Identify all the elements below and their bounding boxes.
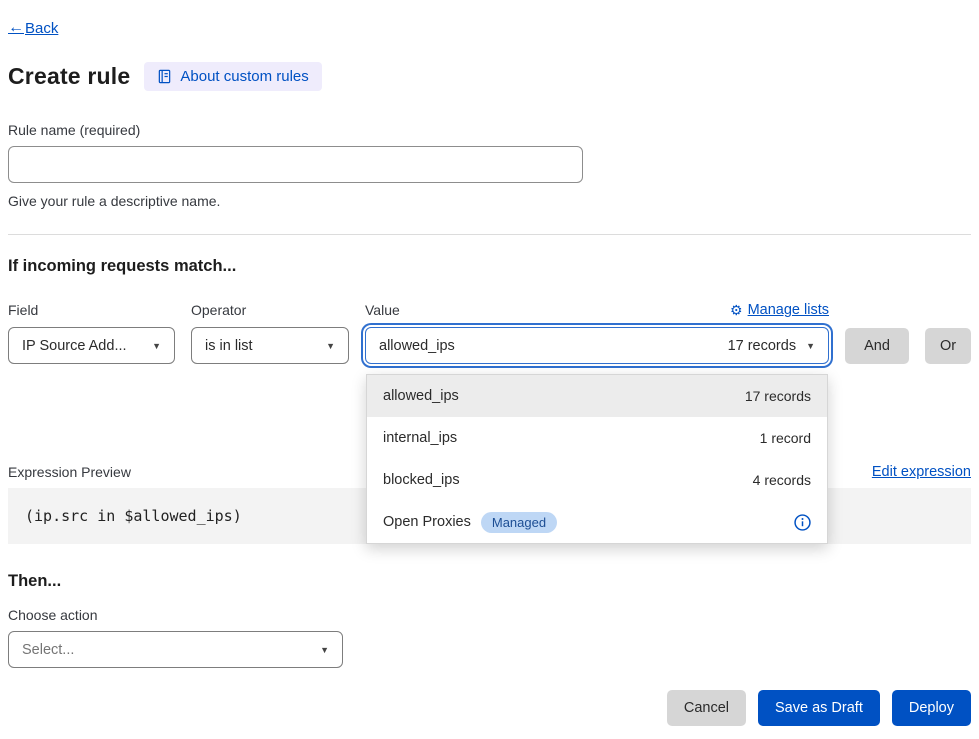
managed-badge: Managed [481, 512, 557, 533]
deploy-button[interactable]: Deploy [892, 690, 971, 726]
dropdown-item-open-proxies[interactable]: Open Proxies Managed [367, 501, 827, 543]
dropdown-item-blocked-ips[interactable]: blocked_ips 4 records [367, 459, 827, 501]
footer-actions: Cancel Save as Draft Deploy [8, 690, 971, 726]
expression-preview-label: Expression Preview [8, 464, 131, 480]
dropdown-item-name: blocked_ips [383, 472, 460, 488]
action-select-placeholder: Select... [22, 642, 74, 658]
dropdown-item-allowed-ips[interactable]: allowed_ips 17 records [367, 375, 827, 417]
match-grid: Field Operator Value ⚙ Manage lists IP S… [8, 302, 971, 364]
and-button[interactable]: And [845, 328, 909, 364]
rule-name-label: Rule name (required) [8, 122, 971, 138]
back-label: Back [25, 20, 58, 37]
page-title: Create rule [8, 63, 130, 90]
dropdown-item-name: internal_ips [383, 430, 457, 446]
value-dropdown-menu: allowed_ips 17 records internal_ips 1 re… [366, 374, 828, 544]
field-label: Field [8, 302, 175, 318]
about-badge-label: About custom rules [180, 68, 308, 85]
chevron-down-icon: ▼ [152, 341, 161, 351]
back-link[interactable]: ←Back [8, 19, 58, 37]
value-label: Value [365, 302, 400, 318]
operator-label: Operator [191, 302, 349, 318]
action-select[interactable]: Select... ▼ [8, 631, 343, 668]
value-select[interactable]: allowed_ips 17 records ▼ [365, 327, 829, 364]
field-select[interactable]: IP Source Add... ▼ [8, 327, 175, 364]
value-select-records: 17 records [728, 338, 797, 354]
chevron-down-icon: ▼ [320, 645, 329, 655]
or-button[interactable]: Or [925, 328, 971, 364]
section-divider [8, 234, 971, 235]
rule-name-input[interactable] [8, 146, 583, 183]
dropdown-item-name: allowed_ips [383, 388, 459, 404]
dropdown-item-records: 1 record [760, 430, 811, 446]
rule-name-helper: Give your rule a descriptive name. [8, 193, 971, 209]
back-arrow-icon: ← [8, 19, 24, 37]
choose-action-label: Choose action [8, 607, 971, 623]
value-label-row: Value ⚙ Manage lists [365, 302, 829, 318]
chevron-down-icon: ▼ [806, 341, 815, 351]
value-select-right: 17 records ▼ [728, 338, 815, 354]
about-custom-rules-link[interactable]: About custom rules [144, 62, 321, 91]
field-select-value: IP Source Add... [22, 338, 127, 354]
gear-icon: ⚙ [730, 303, 743, 317]
operator-select[interactable]: is in list ▼ [191, 327, 349, 364]
save-as-draft-button[interactable]: Save as Draft [758, 690, 880, 726]
info-icon[interactable] [794, 514, 811, 531]
dropdown-item-internal-ips[interactable]: internal_ips 1 record [367, 417, 827, 459]
operator-select-value: is in list [205, 338, 253, 354]
dropdown-item-records: 4 records [753, 472, 811, 488]
chevron-down-icon: ▼ [326, 341, 335, 351]
manage-lists-link[interactable]: ⚙ Manage lists [730, 302, 829, 318]
dropdown-item-name: Open Proxies [383, 514, 471, 530]
dropdown-item-left: Open Proxies Managed [383, 512, 557, 533]
value-select-wrap: allowed_ips 17 records ▼ allowed_ips 17 … [365, 327, 829, 364]
create-rule-page: ←Back Create rule About custom rules Rul… [0, 0, 979, 726]
book-icon [157, 69, 172, 84]
dropdown-item-records: 17 records [745, 388, 811, 404]
title-row: Create rule About custom rules [8, 62, 971, 91]
match-section-title: If incoming requests match... [8, 257, 971, 276]
cancel-button[interactable]: Cancel [667, 690, 746, 726]
then-section-title: Then... [8, 572, 971, 591]
edit-expression-link[interactable]: Edit expression [872, 464, 971, 480]
manage-lists-label: Manage lists [748, 302, 829, 318]
value-select-value: allowed_ips [379, 338, 455, 354]
